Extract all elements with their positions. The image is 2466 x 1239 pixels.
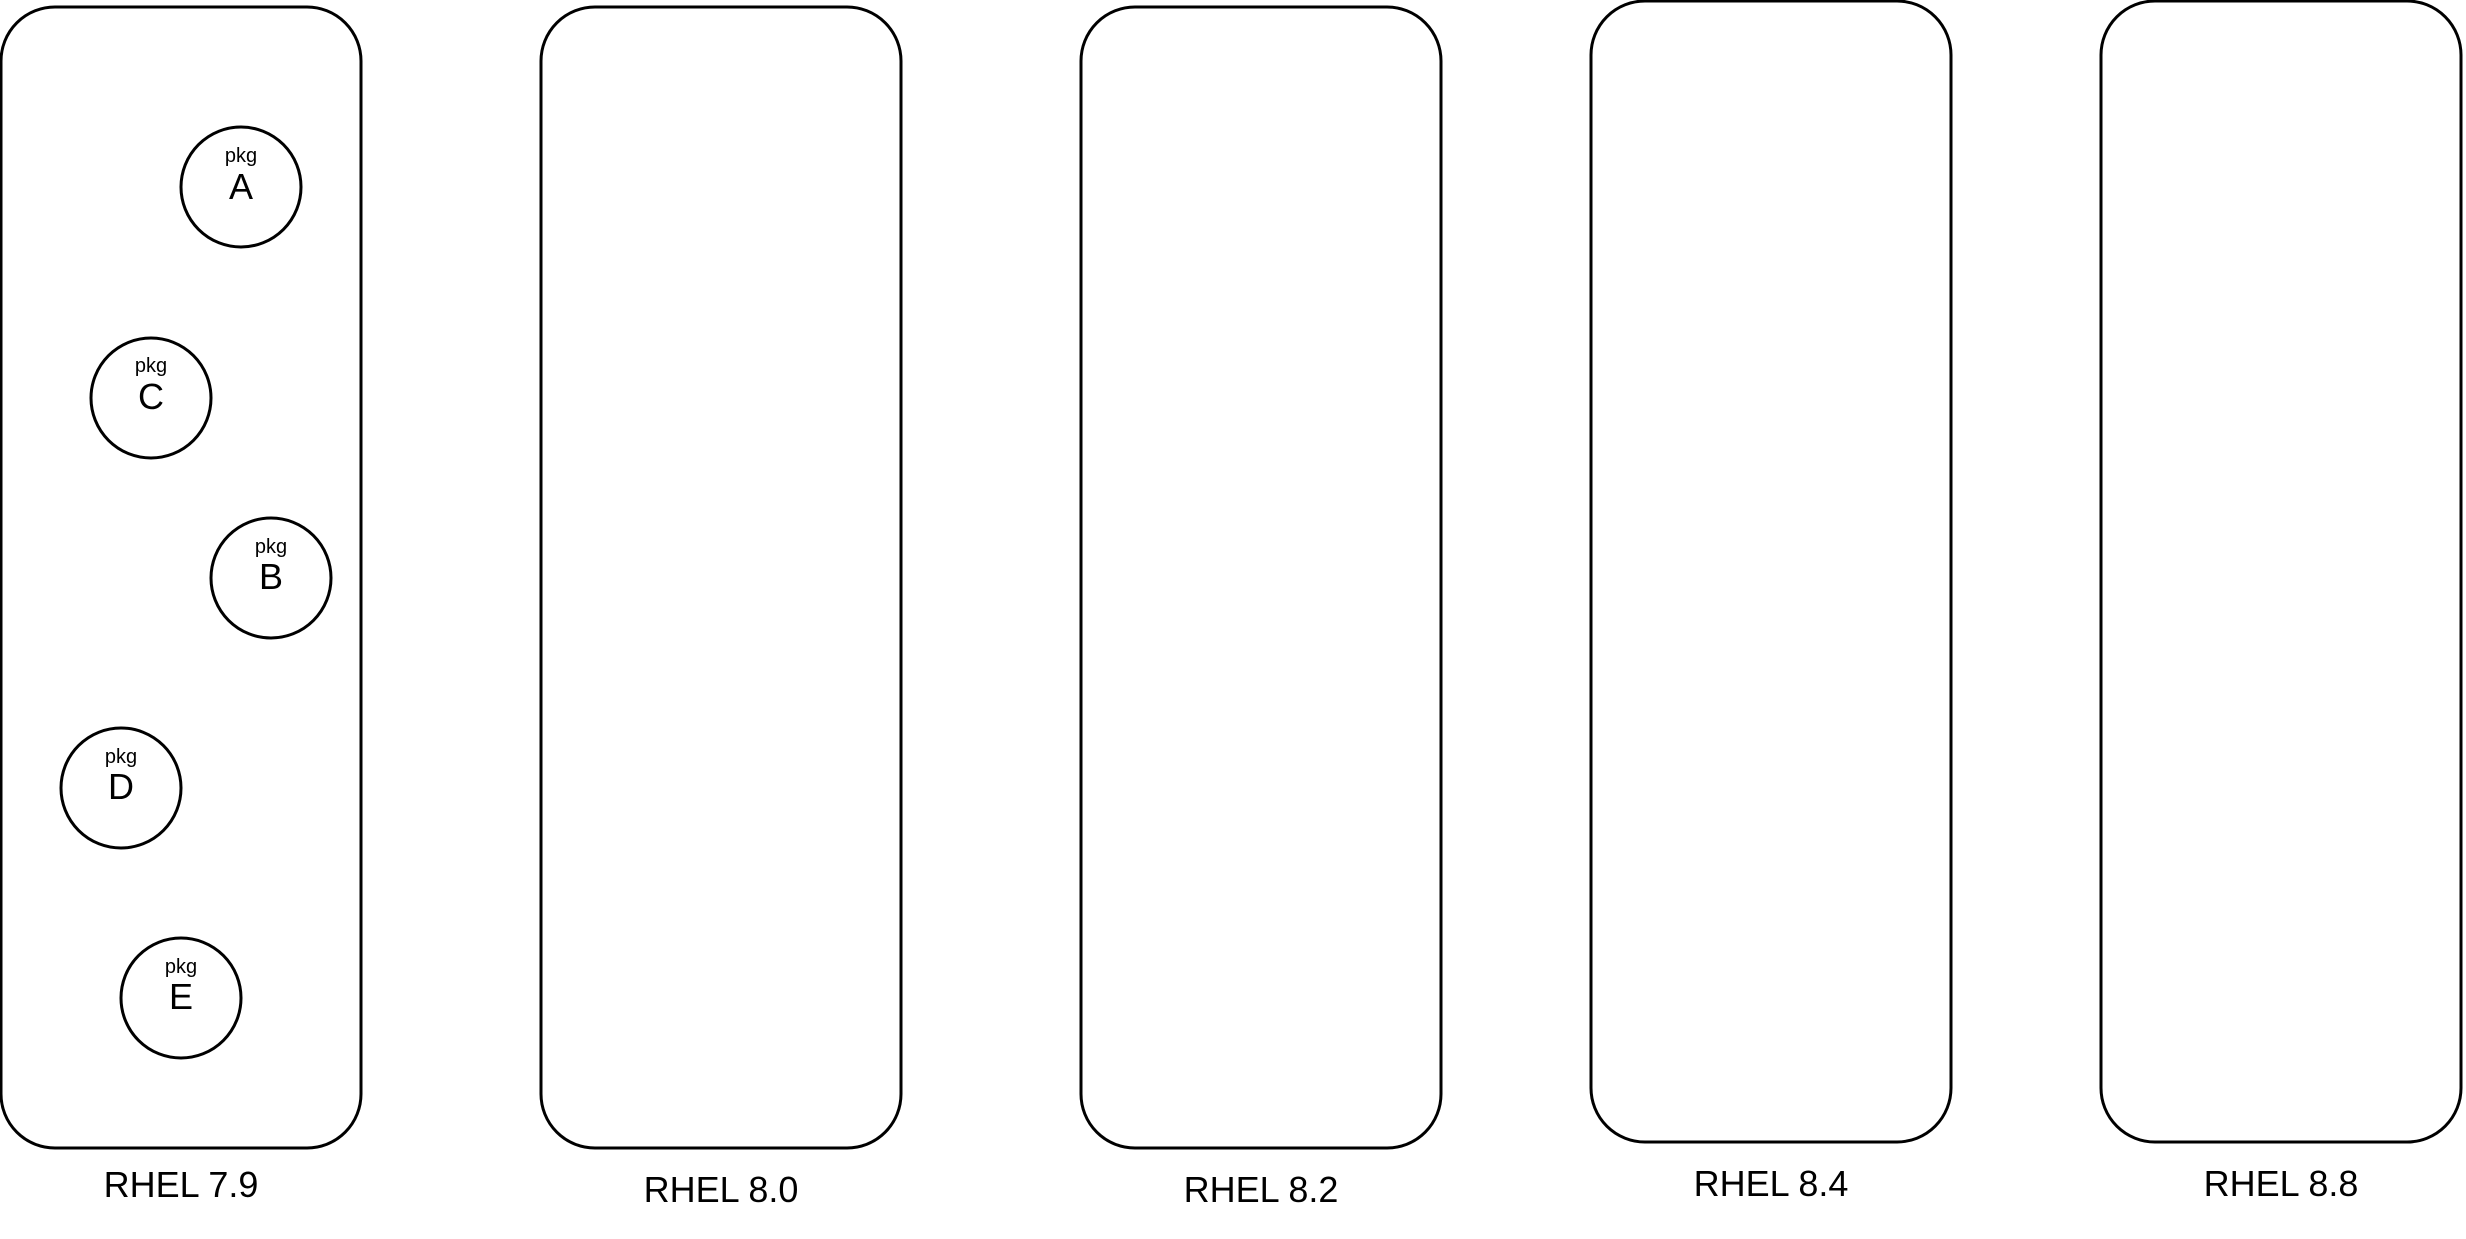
package-prefix: pkg [135,355,167,377]
release-container [1079,5,1443,1150]
release-column-rhel-8-2: RHEL 8.2 [1079,5,1443,1210]
package-name: E [169,976,193,1017]
package-node-e: pkg E [119,936,243,1060]
package-node-a: pkg A [179,125,303,249]
release-label: RHEL 7.9 [104,1164,259,1205]
release-container [2099,0,2463,1144]
release-column-rhel-8-0: RHEL 8.0 [539,5,903,1210]
package-name: D [108,766,134,807]
release-column-rhel-7-9: RHEL 7.9 pkg A pkg C pkg B pkg D pkg E [0,5,363,1205]
package-node-c: pkg C [89,336,213,460]
release-column-rhel-8-4: RHEL 8.4 [1589,0,1953,1204]
package-node-b: pkg B [209,516,333,640]
package-prefix: pkg [225,145,257,167]
release-diagram: RHEL 7.9 pkg A pkg C pkg B pkg D pkg E R… [0,0,2463,1210]
package-name: C [138,376,164,417]
package-prefix: pkg [105,746,137,768]
package-node-d: pkg D [59,726,183,850]
package-prefix: pkg [255,536,287,558]
release-column-rhel-8-8: RHEL 8.8 [2099,0,2463,1204]
release-label: RHEL 8.0 [644,1169,799,1210]
release-label: RHEL 8.4 [1694,1163,1849,1204]
package-prefix: pkg [165,956,197,978]
release-container [539,5,903,1150]
release-label: RHEL 8.2 [1184,1169,1339,1210]
release-container [1589,0,1953,1144]
release-label: RHEL 8.8 [2204,1163,2359,1204]
diagram-canvas: RHEL 7.9 pkg A pkg C pkg B pkg D pkg E R… [0,0,2466,1239]
package-name: B [259,556,283,597]
package-name: A [229,166,253,207]
